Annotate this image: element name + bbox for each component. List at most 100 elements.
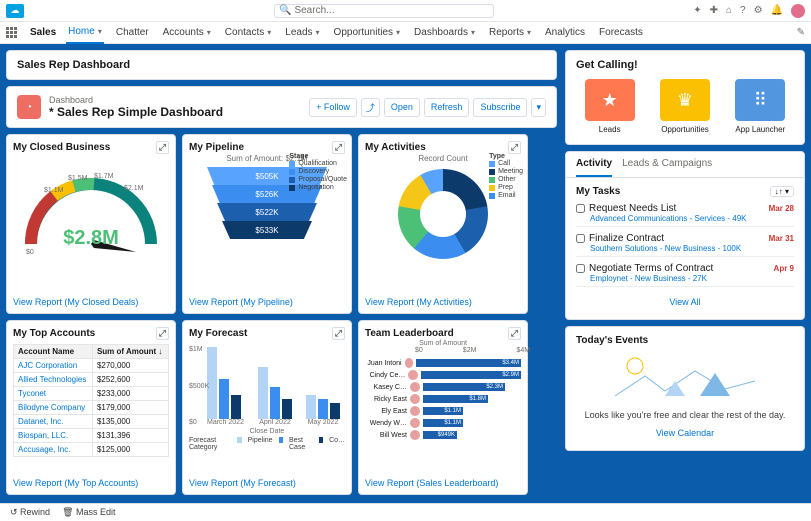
expand-icon[interactable]: ⤢	[508, 327, 521, 340]
subscribe-button[interactable]: Subscribe	[473, 98, 527, 117]
help-icon[interactable]: ?	[740, 5, 746, 16]
nav-tab-leads[interactable]: Leads▾	[283, 22, 321, 44]
open-button[interactable]: Open	[384, 98, 420, 117]
nav-tab-dashboards[interactable]: Dashboards▾	[412, 22, 477, 44]
add-icon[interactable]: ✚	[710, 5, 718, 16]
task-checkbox[interactable]	[576, 234, 585, 243]
avatar-icon	[410, 430, 420, 440]
task-item[interactable]: Request Needs ListMar 28Advanced Communi…	[576, 203, 794, 227]
page-title: Sales Rep Dashboard	[7, 51, 556, 79]
nav-tab-accounts[interactable]: Accounts▾	[161, 22, 213, 44]
forecast-chart: $1M$500K$0 March 2022 April 2022 May 202…	[207, 346, 345, 426]
svg-text:$1.1M: $1.1M	[44, 187, 64, 194]
edit-nav-icon[interactable]: ✎	[797, 27, 805, 38]
nav-tab-analytics[interactable]: Analytics	[543, 22, 587, 44]
report-link[interactable]: View Report (My Forecast)	[189, 478, 345, 488]
favorite-icon[interactable]: ✦	[693, 5, 701, 16]
nav-tab-reports[interactable]: Reports▾	[487, 22, 533, 44]
expand-icon[interactable]: ⤢	[332, 327, 345, 340]
legend: Stage Qualification Discovery Proposal/Q…	[289, 153, 347, 192]
notifications-icon[interactable]: 🔔	[771, 5, 783, 16]
table-row[interactable]: Allied Technologies$252,600	[14, 373, 169, 387]
task-checkbox[interactable]	[576, 204, 585, 213]
user-avatar[interactable]	[791, 4, 805, 18]
table-row[interactable]: Biospan, LLC.$131,396	[14, 429, 169, 443]
widget-activities: My Activities⤢ Record Count Type Call Me…	[358, 134, 528, 314]
leaderboard-row: Cindy Ce…$2.9M	[365, 370, 521, 380]
tab-activity[interactable]: Activity	[576, 152, 612, 177]
more-actions-button[interactable]: ▾	[531, 98, 546, 117]
settings-icon[interactable]: ⚙	[754, 5, 763, 16]
object-label: Dashboard	[49, 95, 223, 105]
trailhead-icon[interactable]: ⌂	[726, 5, 732, 16]
sort-button[interactable]: ↓↑ ▾	[770, 186, 794, 197]
share-button[interactable]: ⤴	[361, 98, 380, 117]
table-row[interactable]: Accusage, Inc.$125,000	[14, 443, 169, 457]
nav-tab-opportunities[interactable]: Opportunities▾	[332, 22, 403, 44]
leaderboard-row: Kasey C…$2.3M	[365, 382, 521, 392]
leaderboard-row: Wendy W…$1.1M	[365, 418, 521, 428]
widget-title: Team Leaderboard	[365, 328, 454, 339]
page-title-card: Sales Rep Dashboard	[6, 50, 557, 80]
report-link[interactable]: View Report (My Pipeline)	[189, 297, 345, 307]
col-header[interactable]: Account Name	[14, 345, 93, 359]
avatar-icon	[408, 370, 418, 380]
leaderboard-row: Ely East$1.1M	[365, 406, 521, 416]
widget-leaderboard: Team Leaderboard⤢ Sum of Amount $0$2M$4M…	[358, 320, 528, 495]
app-name: Sales	[30, 27, 56, 38]
view-all-link[interactable]: View All	[576, 293, 794, 311]
side-tabs: Activity Leads & Campaigns	[566, 152, 804, 178]
follow-button[interactable]: + Follow	[309, 98, 357, 117]
tile-leads[interactable]: ★Leads	[576, 79, 643, 134]
app-launcher-icon[interactable]	[6, 27, 20, 38]
salesforce-logo: ☁	[6, 4, 24, 18]
nav-tab-contacts[interactable]: Contacts▾	[223, 22, 273, 44]
avatar-icon	[410, 406, 420, 416]
report-link[interactable]: View Report (Sales Leaderboard)	[365, 478, 521, 488]
nav-tab-forecasts[interactable]: Forecasts	[597, 22, 645, 44]
crown-icon: ♛	[660, 79, 710, 121]
widget-title: My Closed Business	[13, 142, 110, 153]
tile-app-launcher[interactable]: ⠿App Launcher	[727, 79, 794, 134]
tab-leads-campaigns[interactable]: Leads & Campaigns	[622, 152, 712, 177]
global-search[interactable]: 🔍 Search...	[274, 4, 494, 18]
global-header: ☁ 🔍 Search... ✦ ✚ ⌂ ? ⚙ 🔔	[0, 0, 811, 22]
mass-edit-button[interactable]: 🗑 Mass Edit	[62, 507, 115, 518]
footer-bar: ↺ Rewind 🗑 Mass Edit	[0, 503, 811, 521]
leaderboard-row: Juan Intoni$3.4M	[365, 358, 521, 368]
table-row[interactable]: Datanet, Inc.$135,000	[14, 415, 169, 429]
dashboard-icon: ◔	[17, 95, 41, 119]
report-link[interactable]: View Report (My Closed Deals)	[13, 297, 169, 307]
avatar-icon	[405, 358, 414, 368]
task-checkbox[interactable]	[576, 264, 585, 273]
nav-tab-chatter[interactable]: Chatter	[114, 22, 151, 44]
table-row[interactable]: AJC Corporation$270,000	[14, 359, 169, 373]
rewind-button[interactable]: ↺ Rewind	[10, 507, 50, 518]
events-card: Today's Events Looks like you're free an…	[565, 326, 805, 451]
search-placeholder: Search...	[294, 5, 334, 16]
refresh-button[interactable]: Refresh	[424, 98, 470, 117]
widget-title: My Top Accounts	[13, 328, 95, 339]
table-row[interactable]: Bilodyne Company$179,000	[14, 401, 169, 415]
report-link[interactable]: View Report (My Top Accounts)	[13, 478, 169, 488]
nav-tab-home[interactable]: Home▾	[66, 22, 104, 44]
report-link[interactable]: View Report (My Activities)	[365, 297, 521, 307]
widget-pipeline: My Pipeline⤢ Sum of Amount: $2.1M $505K …	[182, 134, 352, 314]
table-row[interactable]: Tyconet$233,000	[14, 387, 169, 401]
task-item[interactable]: Negotiate Terms of ContractApr 9Employne…	[576, 263, 794, 287]
tasks-title: My Tasks	[576, 186, 620, 197]
search-icon: 🔍	[279, 5, 291, 16]
gauge-value: $2.8M	[63, 227, 119, 250]
view-calendar-link[interactable]: View Calendar	[576, 424, 794, 442]
svg-text:$2.1M: $2.1M	[124, 185, 144, 192]
accounts-table: Account NameSum of Amount ↓ AJC Corporat…	[13, 344, 169, 457]
expand-icon[interactable]: ⤢	[156, 141, 169, 154]
task-item[interactable]: Finalize ContractMar 31Southern Solution…	[576, 233, 794, 257]
col-header[interactable]: Sum of Amount ↓	[92, 345, 168, 359]
tile-opportunities[interactable]: ♛Opportunities	[651, 79, 718, 134]
widget-top-accounts: My Top Accounts ⤢ Account NameSum of Amou…	[6, 320, 176, 495]
widget-title: My Forecast	[189, 328, 247, 339]
expand-icon[interactable]: ⤢	[156, 327, 169, 340]
svg-text:$0: $0	[26, 249, 34, 254]
dashboard-header: ◔ Dashboard * Sales Rep Simple Dashboard…	[6, 86, 557, 128]
